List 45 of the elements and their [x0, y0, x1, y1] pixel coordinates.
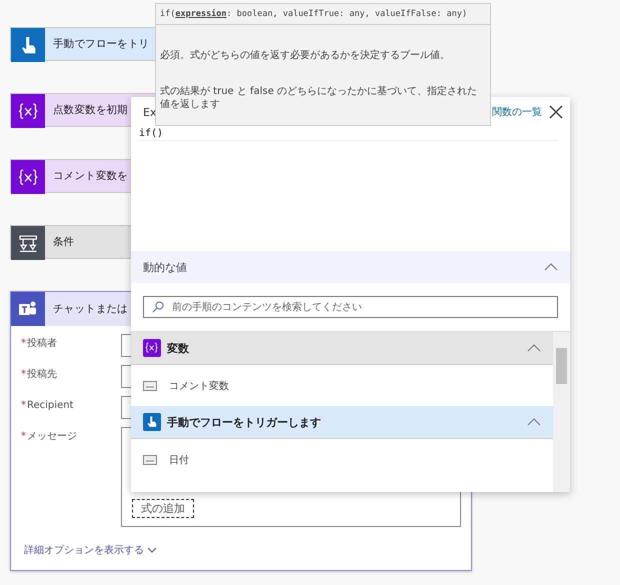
- section-title: 動的な値: [143, 260, 187, 274]
- expression-input[interactable]: if(): [137, 127, 558, 141]
- chevron-icon: [147, 547, 158, 553]
- field-label: 投稿先: [27, 369, 57, 382]
- required-mark: *: [21, 338, 26, 351]
- required-mark: *: [21, 369, 26, 382]
- card-title: チャットまたは: [53, 302, 128, 316]
- tooltip-text: 必須。式がどちらの値を返す必要があるかを決定するブール値。: [160, 49, 451, 62]
- variable-icon: [145, 341, 159, 355]
- required-mark: *: [21, 431, 26, 444]
- expression-tab[interactable]: Ex: [143, 106, 156, 118]
- group-title: 手動でフローをトリガーします: [167, 414, 321, 430]
- chevron-icon[interactable]: [527, 418, 541, 426]
- tooltip-text: 式の結果が true と false のどちらになったかに基づいて、指定された値を返します: [160, 84, 478, 112]
- teams-icon: [18, 300, 38, 318]
- group-header[interactable]: 変数: [131, 332, 553, 365]
- chevron-icon[interactable]: [544, 263, 558, 271]
- variable-icon: [18, 166, 38, 188]
- text-type-icon: [143, 380, 157, 390]
- search-icon: [152, 301, 164, 313]
- required-mark: *: [21, 400, 26, 413]
- step-title: 手動でフローをトリ: [53, 37, 150, 51]
- dynamic-content-header[interactable]: 動的な値: [131, 251, 570, 283]
- group-title: 変数: [167, 340, 189, 356]
- add-expression-button[interactable]: 式の追加: [132, 499, 194, 518]
- function-signature: if(expression: boolean, valueIfTrue: any, valueIfFalse: any): [156, 4, 490, 25]
- step-title: コメント変数を: [53, 169, 128, 183]
- close-button[interactable]: [548, 104, 564, 120]
- function-list-link[interactable]: 関数の一覧: [492, 105, 542, 119]
- chevron-icon[interactable]: [527, 344, 541, 352]
- branch-icon: [18, 232, 38, 254]
- scrollbar[interactable]: [553, 332, 570, 492]
- step-title: 条件: [53, 235, 74, 249]
- step-title: 点数変数を初期: [53, 103, 128, 117]
- hand-pointer-icon: [145, 415, 159, 429]
- field-label: メッセージ: [27, 431, 77, 444]
- field-label: Recipient: [27, 400, 74, 413]
- text-type-icon: [143, 454, 157, 464]
- group-header[interactable]: 手動でフローをトリガーします: [131, 406, 553, 439]
- field-label: 投稿者: [27, 338, 57, 351]
- advanced-options-link[interactable]: 詳細オプションを表示する: [24, 545, 471, 557]
- dynamic-value-item[interactable]: 日付: [131, 439, 553, 480]
- variable-icon: [18, 100, 38, 122]
- search-box[interactable]: 前の手順のコンテンツを検索してください: [143, 296, 558, 318]
- dynamic-value-item[interactable]: コメント変数: [131, 365, 553, 406]
